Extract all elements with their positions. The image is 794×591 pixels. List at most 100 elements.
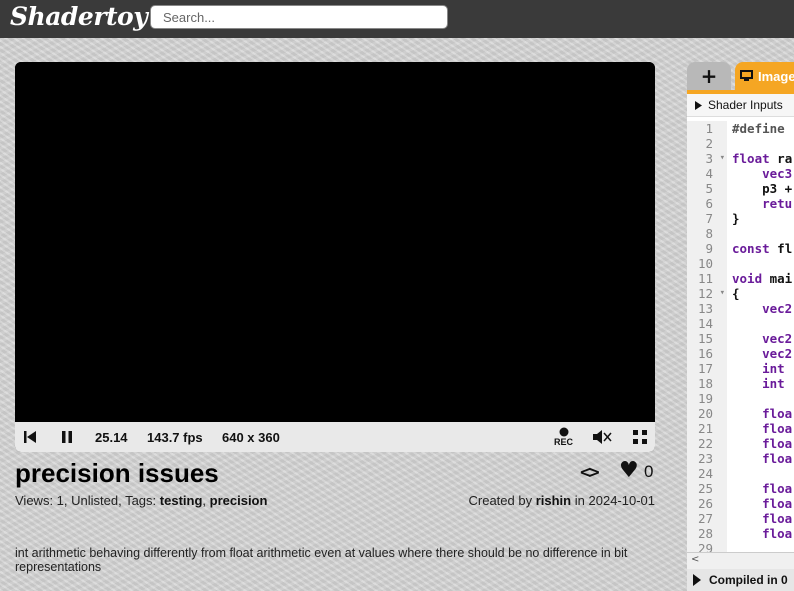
author-link[interactable]: rishin <box>536 493 571 508</box>
code-keyword: vec2 <box>732 331 793 346</box>
created-by: Created by rishin in 2024-10-01 <box>469 493 656 508</box>
code-keyword: #define <box>732 121 785 136</box>
line-number: 28 <box>697 526 713 541</box>
shadertoy-logo[interactable]: Shadertoy <box>10 2 148 31</box>
code-editor: Shader Inputs 1 2 3 ▾ 4 5 6 7 8 9 10 11 12 ▾ 13 14 15 16 1… <box>687 90 794 591</box>
volume-button[interactable] <box>592 422 612 452</box>
code-keyword: vec3 <box>732 166 793 181</box>
fps-display: 143.7 fps <box>147 429 203 445</box>
code-line[interactable]: vec2 <box>732 346 792 361</box>
line-number: 18 <box>697 376 713 391</box>
date-prefix: in <box>574 493 585 508</box>
line-number: 25 <box>697 481 713 496</box>
line-number: 13 <box>697 301 713 316</box>
code-keyword: vec2 <box>732 346 793 361</box>
code-line[interactable] <box>732 256 792 271</box>
code-line[interactable]: floa <box>732 496 792 511</box>
search-input[interactable] <box>150 5 448 29</box>
code-rest: fl <box>769 241 793 256</box>
code-line[interactable]: floa <box>732 481 792 496</box>
created-date: 2024-10-01 <box>588 493 656 508</box>
code-line[interactable] <box>732 466 792 481</box>
fold-arrow-icon[interactable]: ▾ <box>720 151 725 166</box>
code-rest: { <box>732 286 740 301</box>
monitor-icon <box>740 70 753 81</box>
line-number: 14 <box>697 316 713 331</box>
rec-label: REC <box>554 437 574 447</box>
line-gutter: 1 2 3 ▾ 4 5 6 7 8 9 10 11 12 ▾ 13 14 15 16 17 18 19 20 21 22 23 2… <box>687 121 727 571</box>
code-keyword: vec2 <box>732 301 793 316</box>
code-line[interactable]: float ra <box>732 151 792 166</box>
line-number: 9 <box>705 241 713 256</box>
code-icon[interactable]: <> <box>580 462 600 483</box>
tab-image-label: Image <box>758 68 794 84</box>
code-line[interactable]: floa <box>732 436 792 451</box>
code-line[interactable] <box>732 226 792 241</box>
code-line[interactable]: } <box>732 211 792 226</box>
line-number: 22 <box>697 436 713 451</box>
line-number: 21 <box>697 421 713 436</box>
scroll-left-icon[interactable]: < <box>691 554 699 565</box>
heart-icon[interactable]: ♥ <box>619 458 639 483</box>
line-number: 6 <box>705 196 713 211</box>
compile-status: Compiled in 0 <box>687 569 794 591</box>
code-line[interactable]: p3 + <box>732 181 792 196</box>
line-number: 16 <box>697 346 713 361</box>
code-keyword: floa <box>732 481 793 496</box>
code-rest <box>785 121 793 136</box>
code-line[interactable]: floa <box>732 526 792 541</box>
triangle-right-icon[interactable] <box>693 574 701 586</box>
code-rest: ra <box>769 151 793 166</box>
code-line[interactable]: const fl <box>732 241 792 256</box>
horizontal-scrollbar[interactable]: < <box>687 552 794 569</box>
code-keyword: floa <box>732 406 793 421</box>
code-line[interactable] <box>732 391 792 406</box>
line-number: 3 ▾ <box>705 151 725 166</box>
fullscreen-button[interactable] <box>632 422 648 452</box>
like-count: 0 <box>644 462 654 481</box>
code-line[interactable]: int <box>732 376 792 391</box>
add-tab-button[interactable]: + <box>687 62 731 90</box>
tab-image[interactable]: Image <box>735 62 794 90</box>
code-line[interactable]: void mai <box>732 271 792 286</box>
shader-player: 25.14 143.7 fps 640 x 360 REC <box>15 62 655 452</box>
line-number: 12 ▾ <box>697 286 725 301</box>
code-line[interactable]: vec2 <box>732 301 792 316</box>
line-number: 17 <box>697 361 713 376</box>
code-line[interactable] <box>732 136 792 151</box>
rewind-button[interactable] <box>23 422 37 452</box>
render-canvas[interactable] <box>15 62 655 422</box>
line-number: 4 <box>705 166 713 181</box>
code-line[interactable]: floa <box>732 451 792 466</box>
line-number: 19 <box>697 391 713 406</box>
code-line[interactable]: floa <box>732 406 792 421</box>
code-line[interactable]: retu <box>732 196 792 211</box>
code-line[interactable]: vec3 <box>732 166 792 181</box>
pause-button[interactable] <box>61 422 73 452</box>
fold-arrow-icon[interactable]: ▾ <box>720 286 725 301</box>
line-number: 23 <box>697 451 713 466</box>
shader-description: int arithmetic behaving differently from… <box>15 546 628 574</box>
compiled-label: Compiled in 0 <box>709 573 788 587</box>
tag-link[interactable]: precision <box>210 493 268 508</box>
code-line[interactable]: { <box>732 286 792 301</box>
code-line[interactable] <box>732 316 792 331</box>
code-line[interactable]: int <box>732 361 792 376</box>
line-number: 7 <box>705 211 713 226</box>
code-line[interactable]: floa <box>732 421 792 436</box>
tag-link[interactable]: testing <box>160 493 203 508</box>
code-keyword: int <box>732 361 785 376</box>
code-line[interactable]: #define <box>732 121 792 136</box>
code-keyword: floa <box>732 451 793 466</box>
pause-icon <box>62 431 72 443</box>
code-line[interactable]: vec2 <box>732 331 792 346</box>
record-button[interactable]: REC <box>554 422 573 452</box>
line-number: 15 <box>697 331 713 346</box>
line-number: 2 <box>705 136 713 151</box>
resolution-display: 640 x 360 <box>222 429 280 445</box>
shader-inputs-toggle[interactable]: Shader Inputs <box>687 94 794 117</box>
code-line[interactable]: floa <box>732 511 792 526</box>
code-keyword: floa <box>732 421 793 436</box>
code-keyword: void <box>732 271 763 286</box>
code-text[interactable]: #define float ra vec3 p3 + retu} const fl… <box>732 121 792 571</box>
